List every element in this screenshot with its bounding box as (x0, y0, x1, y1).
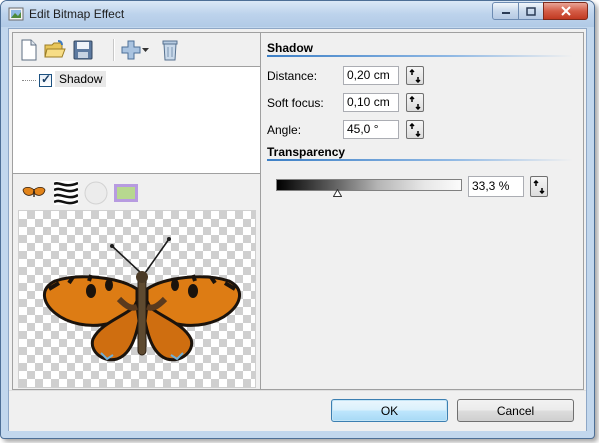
dialog-window: Edit Bitmap Effect ✓ Shadow Shadow Dista… (0, 0, 595, 439)
save-button[interactable] (71, 38, 95, 62)
tree-item-shadow[interactable]: Shadow (55, 71, 107, 87)
shadow-heading-underline (267, 55, 573, 57)
dialog-button-bar: OK Cancel (9, 390, 586, 431)
minimize-icon (501, 12, 510, 14)
rectangle-shape-icon (114, 184, 138, 202)
angle-label: Angle: (267, 123, 302, 137)
butterfly-thumbnail-icon (22, 186, 46, 197)
distance-label: Distance: (267, 69, 318, 83)
open-folder-icon (44, 40, 66, 58)
open-button[interactable] (43, 38, 67, 62)
save-icon (73, 40, 93, 60)
title-bar[interactable]: Edit Bitmap Effect (1, 1, 594, 27)
maximize-icon (526, 6, 536, 16)
delete-button[interactable] (158, 38, 182, 62)
effect-properties-pane: Shadow Distance: 0,20 cm Soft focus: 0,1… (261, 32, 584, 390)
spin-updown-icon (533, 179, 545, 194)
distance-input[interactable]: 0,20 cm (343, 66, 399, 85)
spin-updown-icon (409, 68, 421, 83)
ok-button[interactable]: OK (331, 399, 448, 422)
cancel-button[interactable]: Cancel (457, 399, 574, 422)
maximize-button[interactable] (518, 2, 544, 20)
preview-canvas (18, 210, 256, 388)
preview-toolbar (13, 174, 260, 210)
add-effect-button[interactable] (117, 38, 151, 62)
transparency-spin-button[interactable] (530, 176, 548, 197)
dialog-client-area: ✓ Shadow Shadow Distance: 0,20 cm Soft f… (8, 28, 587, 431)
preview-zebra-button[interactable] (53, 181, 79, 205)
soft-focus-spin-button[interactable] (406, 93, 424, 112)
angle-spin-button[interactable] (406, 120, 424, 139)
check-mark-icon: ✓ (41, 72, 52, 86)
bitmap-effect-icon (8, 7, 24, 21)
toolbar-separator (113, 39, 115, 61)
transparency-heading-underline (267, 159, 573, 161)
shadow-checkbox[interactable]: ✓ (39, 72, 52, 87)
shadow-heading: Shadow (267, 41, 314, 55)
add-effect-icon (121, 40, 140, 60)
transparency-slider-thumb[interactable] (333, 189, 343, 197)
butterfly-image (43, 237, 241, 362)
new-document-icon (21, 39, 37, 61)
preview-rectangle-button[interactable] (113, 181, 139, 205)
spin-updown-icon (409, 122, 421, 137)
dropdown-arrow-icon (141, 48, 149, 52)
window-title: Edit Bitmap Effect (29, 7, 125, 21)
transparency-heading: Transparency (267, 145, 346, 159)
new-button[interactable] (17, 38, 41, 62)
zebra-pattern-icon (54, 181, 78, 205)
soft-focus-input[interactable]: 0,10 cm (343, 93, 399, 112)
circle-shape-icon (84, 181, 108, 205)
effects-toolbar (13, 33, 260, 66)
distance-spin-button[interactable] (406, 66, 424, 85)
delete-icon (162, 40, 178, 61)
angle-input[interactable]: 45,0 ° (343, 120, 399, 139)
effects-tree: ✓ Shadow (13, 66, 260, 174)
effects-pane: ✓ Shadow (12, 32, 261, 390)
spin-updown-icon (409, 95, 421, 110)
tree-connector (22, 80, 36, 81)
soft-focus-label: Soft focus: (267, 96, 324, 110)
close-button[interactable] (543, 2, 588, 20)
transparency-input[interactable]: 33,3 % (468, 176, 524, 197)
preview-circle-button[interactable] (83, 181, 109, 205)
transparency-slider[interactable] (276, 179, 462, 191)
preview-butterfly-button[interactable] (21, 181, 47, 205)
minimize-button[interactable] (492, 2, 519, 20)
close-icon (560, 6, 571, 16)
